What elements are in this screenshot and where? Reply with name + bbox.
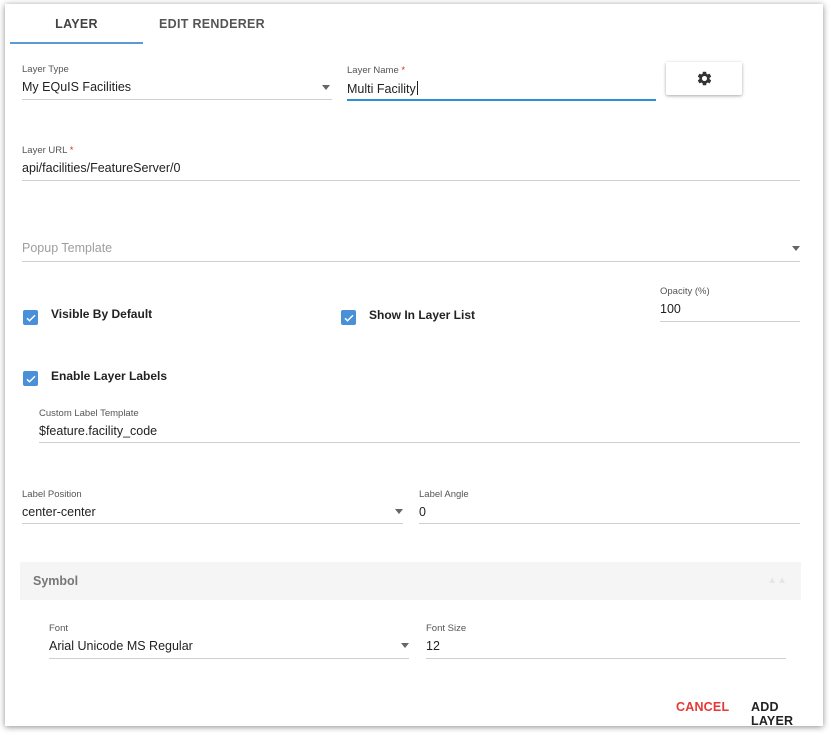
custom-label-template-underline — [39, 442, 800, 443]
show-in-layer-list-label: Show In Layer List — [369, 308, 476, 322]
symbol-section-header[interactable]: Symbol ▲▲ — [20, 562, 801, 600]
layer-url-input[interactable]: api/facilities/FeatureServer/0 — [22, 161, 180, 175]
visible-by-default-label: Visible By Default — [51, 307, 153, 321]
check-icon — [25, 375, 36, 383]
settings-button[interactable] — [666, 62, 742, 95]
popup-template-dropdown-icon[interactable] — [792, 246, 800, 251]
layer-type-label: Layer Type — [22, 64, 69, 75]
visible-by-default-checkbox[interactable] — [23, 310, 38, 325]
required-mark: * — [401, 65, 406, 76]
enable-layer-labels-checkbox[interactable] — [23, 371, 38, 386]
label-position-underline — [22, 523, 403, 524]
text-cursor — [416, 81, 418, 95]
popup-template-select[interactable]: Popup Template — [22, 241, 112, 255]
custom-label-template-input[interactable]: $feature.facility_code — [39, 424, 157, 438]
tab-edit-renderer[interactable]: EDIT RENDERER — [147, 4, 277, 44]
font-size-label: Font Size — [426, 623, 467, 634]
font-underline — [49, 658, 409, 659]
required-mark: * — [69, 145, 74, 156]
layer-name-input[interactable]: Multi Facility — [347, 81, 418, 96]
add-layer-button[interactable]: ADD LAYER — [751, 700, 823, 728]
font-size-input[interactable]: 12 — [426, 639, 440, 653]
layer-type-dropdown-icon[interactable] — [322, 85, 330, 90]
layer-type-underline — [22, 99, 332, 100]
font-label: Font — [49, 623, 69, 634]
font-size-underline — [426, 658, 786, 659]
label-position-select[interactable]: center-center — [22, 505, 96, 519]
show-in-layer-list-checkbox[interactable] — [341, 310, 356, 325]
layer-name-underline — [347, 99, 656, 101]
label-position-label: Label Position — [22, 489, 82, 500]
gear-icon — [697, 71, 711, 86]
layer-name-value: Multi Facility — [347, 82, 416, 96]
label-position-dropdown-icon[interactable] — [395, 509, 403, 514]
active-tab-indicator — [10, 42, 143, 44]
add-layer-dialog: LAYER EDIT RENDERER Layer Type My EQuIS … — [5, 4, 823, 728]
layer-name-label-text: Layer Name — [347, 65, 399, 76]
font-dropdown-icon[interactable] — [401, 643, 409, 648]
font-select[interactable]: Arial Unicode MS Regular — [49, 639, 193, 653]
layer-url-label-text: Layer URL — [22, 145, 68, 156]
opacity-label: Opacity (%) — [660, 286, 710, 297]
custom-label-template-label: Custom Label Template — [39, 408, 139, 419]
cancel-button[interactable]: CANCEL — [676, 700, 729, 714]
symbol-title: Symbol — [33, 574, 79, 588]
check-icon — [25, 314, 36, 322]
enable-layer-labels-label: Enable Layer Labels — [51, 369, 168, 383]
tab-layer[interactable]: LAYER — [10, 4, 143, 44]
label-angle-underline — [419, 523, 800, 524]
layer-url-label: Layer URL * — [22, 145, 73, 156]
opacity-input[interactable]: 100 — [660, 302, 681, 316]
opacity-underline — [660, 321, 800, 322]
popup-template-underline — [22, 261, 800, 262]
layer-type-select[interactable]: My EQuIS Facilities — [22, 80, 131, 94]
layer-name-label: Layer Name * — [347, 65, 405, 76]
label-angle-label: Label Angle — [419, 489, 469, 500]
layer-url-underline — [22, 180, 800, 181]
chevron-up-icon[interactable]: ▲▲ — [767, 575, 787, 586]
check-icon — [343, 314, 354, 322]
label-angle-input[interactable]: 0 — [419, 505, 426, 519]
